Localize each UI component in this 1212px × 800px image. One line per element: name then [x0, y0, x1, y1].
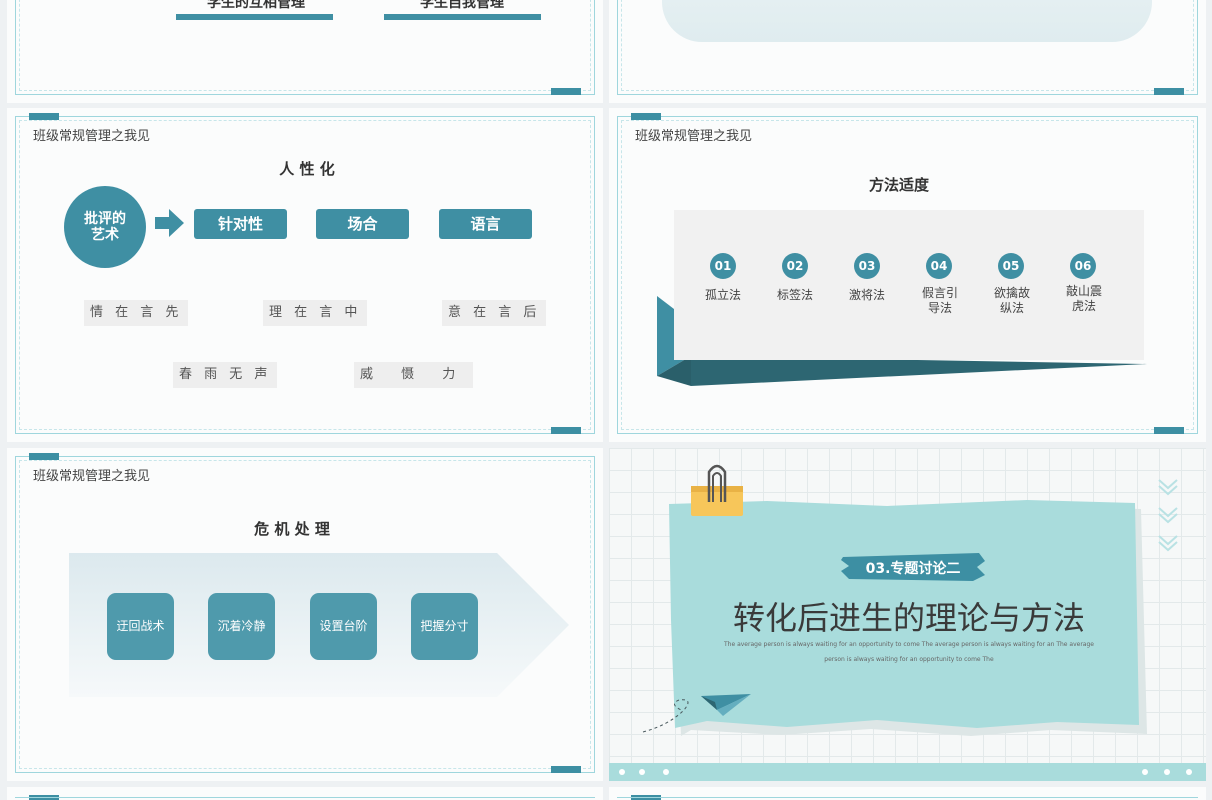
- method-number: 02: [782, 253, 808, 279]
- circle-text: 批评的艺术: [84, 211, 126, 243]
- method-number: 05: [998, 253, 1024, 279]
- method-label: 敲山震虎法: [1065, 284, 1102, 313]
- strip-dot: [639, 769, 645, 775]
- method-label: 孤立法: [704, 288, 741, 302]
- slide-top-left: 学生的互相管理 学生自我管理: [7, 0, 603, 103]
- section-subtitle-line1: The average person is always waiting for…: [724, 641, 1094, 648]
- method-label: 激将法: [848, 288, 885, 302]
- method-number: 03: [854, 253, 880, 279]
- slide-tab: [29, 113, 59, 120]
- slide-tab: [551, 427, 581, 434]
- method-label: 标签法: [776, 288, 813, 302]
- slide-humanization: 班级常规管理之我见 人 性 化 批评的艺术 针对性 场合 语言 情 在 言 先 …: [7, 108, 603, 442]
- method-number: 06: [1070, 253, 1096, 279]
- slide-tab: [631, 113, 661, 120]
- rounded-panel: [662, 0, 1152, 42]
- strip-dot: [1164, 769, 1170, 775]
- label-self-management: 学生自我管理: [420, 0, 504, 11]
- strip-dot: [1142, 769, 1148, 775]
- section-heading: 转化后进生的理论与方法: [732, 599, 1085, 637]
- pill-language: 语言: [439, 209, 532, 239]
- pill-occasion: 场合: [316, 209, 409, 239]
- strip-dot: [619, 769, 625, 775]
- btn-stay-calm: 沉着冷静: [208, 593, 275, 660]
- tag-silent-rain: 春 雨 无 声: [173, 362, 278, 388]
- slide-title: 班级常规管理之我见: [635, 129, 753, 144]
- criticism-art-circle: 批评的艺术: [64, 186, 146, 268]
- tag-emotion-first: 情 在 言 先: [84, 300, 189, 326]
- slide-tab: [1154, 88, 1184, 95]
- pill-targeted: 针对性: [194, 209, 287, 239]
- method-number: 01: [710, 253, 736, 279]
- slide-tab: [1154, 427, 1184, 434]
- chevron-down-icons: [1158, 479, 1178, 552]
- section-subtitle-line2: person is always waiting for an opportun…: [824, 656, 994, 663]
- slide-frame-edge: [15, 797, 595, 798]
- btn-provide-steps: 设置台阶: [310, 593, 377, 660]
- arrow-right-icon: [155, 209, 184, 237]
- label-mutual-management: 学生的互相管理: [207, 0, 305, 11]
- method-label: 假言引导法: [921, 286, 958, 315]
- slide-title: 班级常规管理之我见: [33, 469, 151, 484]
- slide-top-right: [609, 0, 1206, 103]
- slide-frame-edge: [617, 797, 1198, 798]
- slide-section-divider: 03.专题讨论二 转化后进生的理论与方法 The average person …: [609, 448, 1206, 781]
- slide-crisis-handling: 班级常规管理之我见 危 机 处 理 迂回战术 沉着冷静 设置台阶 把握分寸: [7, 448, 603, 781]
- slide-bottom-right-partial: [609, 787, 1206, 800]
- method-label: 欲擒故纵法: [993, 286, 1030, 315]
- section-badge: 03.专题讨论二: [865, 561, 961, 577]
- slide-moderate-methods: 班级常规管理之我见 方法适度 01 孤立法 02 标签法 03 激将法 04 假…: [609, 108, 1206, 442]
- slide-title: 班级常规管理之我见: [33, 129, 151, 144]
- btn-measure: 把握分寸: [411, 593, 478, 660]
- tag-meaning-after: 意 在 言 后: [442, 300, 547, 326]
- slide-bottom-left-partial: [7, 787, 603, 800]
- underline-bar: [384, 14, 541, 20]
- slide-tab: [29, 453, 59, 460]
- slide-tab: [551, 88, 581, 95]
- tag-reason-within: 理 在 言 中: [263, 300, 368, 326]
- slide-tab: [551, 766, 581, 773]
- paper-plane-icon: [642, 694, 751, 733]
- strip-dot: [1186, 769, 1192, 775]
- binder-clip-icon: [691, 464, 743, 516]
- btn-roundabout-tactics: 迂回战术: [107, 593, 174, 660]
- section-heading: 方法适度: [868, 176, 929, 194]
- bottom-strip: [609, 763, 1206, 781]
- section-heading: 危 机 处 理: [254, 520, 330, 538]
- strip-dot: [663, 769, 669, 775]
- tag-deterrence: 威 慑 力: [354, 362, 474, 388]
- section-heading: 人 性 化: [279, 160, 335, 178]
- method-number: 04: [926, 253, 952, 279]
- underline-bar: [176, 14, 333, 20]
